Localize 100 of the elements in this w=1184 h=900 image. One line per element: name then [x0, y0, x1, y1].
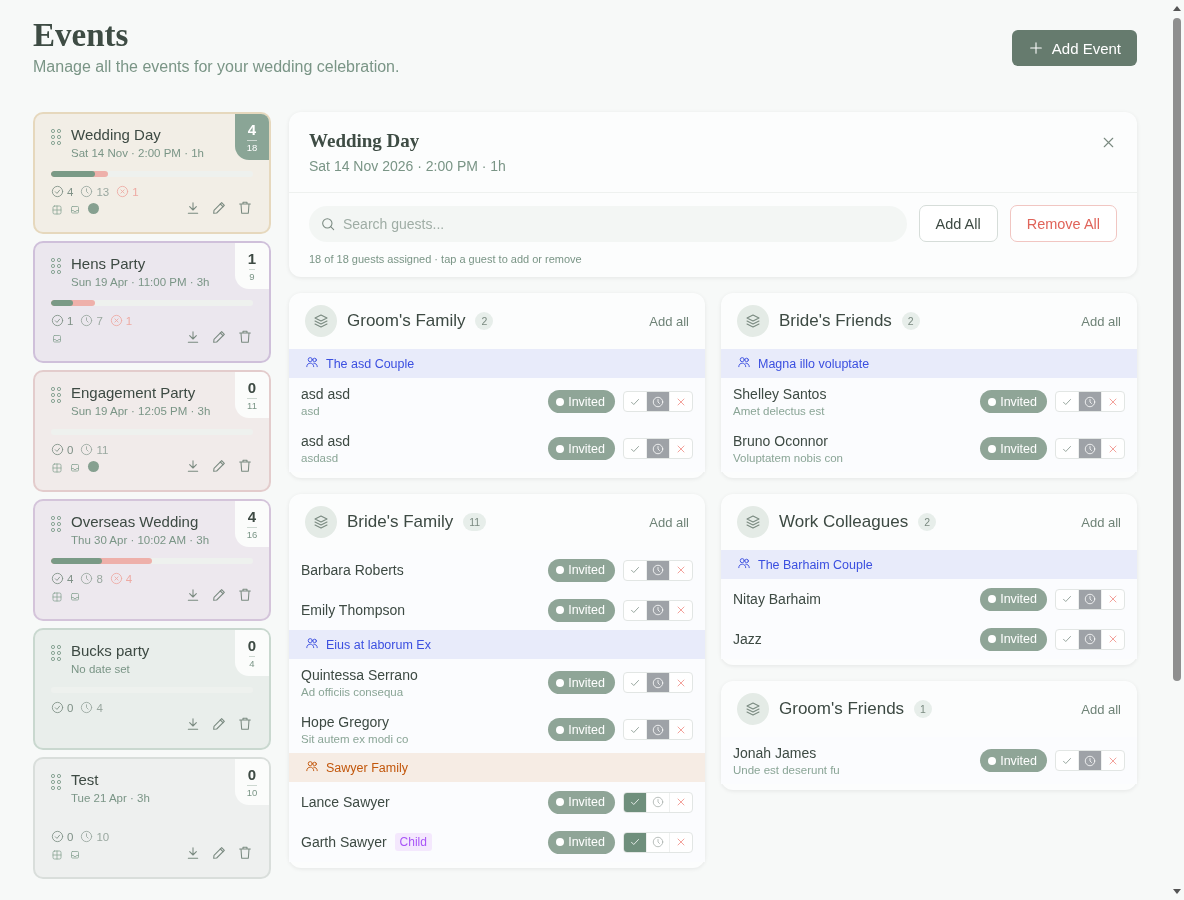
- edit-icon: [211, 200, 227, 216]
- event-name: Engagement Party: [71, 384, 197, 401]
- guest-name: Garth Sawyer: [301, 834, 387, 850]
- response-selector[interactable]: [623, 391, 693, 412]
- response-selector[interactable]: [623, 831, 693, 853]
- remove-all-button[interactable]: Remove All: [1009, 205, 1117, 242]
- accept-button[interactable]: [624, 832, 647, 852]
- people-icon: [305, 636, 319, 650]
- accepted-count: 0: [247, 637, 257, 654]
- clock-icon: [652, 836, 664, 848]
- response-selector[interactable]: [1055, 588, 1125, 610]
- accepted-icon: [51, 443, 64, 456]
- response-selector[interactable]: [1055, 628, 1125, 650]
- event-card[interactable]: Wedding Day Sat 14 Nov · 2:00 PM · 1h 4 18 4 13 1: [33, 112, 271, 234]
- pending-button[interactable]: [647, 439, 670, 458]
- scrollbar[interactable]: [1172, 6, 1182, 894]
- add-all-link[interactable]: Add all: [1081, 313, 1121, 329]
- household-name: The asd Couple: [326, 356, 415, 371]
- status-pill: Invited: [980, 587, 1047, 611]
- pending-button[interactable]: [647, 600, 670, 620]
- check-icon: [1061, 593, 1073, 605]
- accept-button[interactable]: [624, 792, 647, 812]
- pending-button[interactable]: [647, 720, 670, 739]
- pending-button[interactable]: [1079, 629, 1102, 649]
- guest-name: Lance Sawyer: [301, 794, 390, 810]
- response-selector[interactable]: [623, 438, 693, 459]
- total-count: 18: [246, 140, 258, 153]
- layers-icon: [313, 514, 329, 530]
- add-all-link[interactable]: Add all: [1081, 514, 1121, 530]
- response-selector[interactable]: [623, 719, 693, 740]
- total-count: 10: [246, 785, 258, 798]
- add-all-link[interactable]: Add all: [649, 514, 689, 530]
- guest-name: asd asd: [301, 386, 351, 402]
- declined-icon: [116, 185, 130, 198]
- clock-icon: [1084, 633, 1096, 645]
- total-count: 16: [246, 527, 258, 540]
- event-date: Sun 19 Apr · 11:00 PM · 3h: [71, 276, 210, 288]
- group-title: Bride's Friends: [779, 311, 892, 331]
- download-icon: [185, 716, 201, 732]
- add-all-link[interactable]: Add all: [649, 313, 689, 329]
- add-all-button[interactable]: Add All: [918, 205, 998, 242]
- status-pill: Invited: [980, 390, 1047, 413]
- group-count: 2: [918, 513, 936, 531]
- drag-handle-icon[interactable]: [51, 645, 61, 661]
- drag-handle-icon[interactable]: [51, 387, 61, 403]
- response-selector[interactable]: [623, 559, 693, 581]
- check-icon: [629, 564, 641, 576]
- pending-button[interactable]: [647, 560, 670, 580]
- response-selector[interactable]: [1055, 438, 1125, 459]
- status-pill: Invited: [548, 830, 615, 854]
- drag-handle-icon[interactable]: [51, 129, 61, 145]
- pending-button[interactable]: [647, 673, 670, 692]
- delete-icon: [237, 716, 253, 732]
- guest-name: Bruno Oconnor: [733, 433, 828, 449]
- pending-button[interactable]: [1079, 439, 1102, 458]
- add-all-link[interactable]: Add all: [1081, 701, 1121, 717]
- total-count: 9: [249, 269, 255, 282]
- response-selector[interactable]: [623, 672, 693, 693]
- group-title: Bride's Family: [347, 512, 454, 532]
- edit-icon: [211, 716, 227, 732]
- stat-count: 11: [96, 443, 109, 456]
- search-field[interactable]: Search guests...: [309, 205, 907, 242]
- drag-handle-icon[interactable]: [51, 258, 61, 274]
- response-selector[interactable]: [623, 599, 693, 621]
- grid-icon: [51, 591, 63, 603]
- seat-icon: [69, 204, 81, 216]
- event-card[interactable]: Overseas Wedding Thu 30 Apr · 10:02 AM · 3h 4 16 4 8 4: [33, 499, 271, 621]
- response-selector[interactable]: [1055, 750, 1125, 771]
- household-name: Magna illo voluptate: [758, 356, 870, 371]
- stat-count: 4: [67, 572, 74, 585]
- delete-icon: [237, 458, 253, 474]
- guest-note: asdasd: [301, 452, 340, 464]
- pending-icon: [80, 314, 94, 327]
- pending-button[interactable]: [647, 392, 670, 411]
- clock-icon: [652, 442, 664, 455]
- pending-icon: [80, 443, 94, 456]
- group-title: Work Colleagues: [779, 512, 909, 532]
- pending-button[interactable]: [1079, 751, 1102, 770]
- response-selector[interactable]: [1055, 391, 1125, 412]
- event-name: Test: [71, 771, 100, 788]
- pending-button[interactable]: [1079, 392, 1102, 411]
- grid-icon: [51, 462, 63, 474]
- stat-count: 1: [125, 314, 133, 327]
- total-count: 11: [247, 398, 257, 411]
- event-card[interactable]: Hens Party Sun 19 Apr · 11:00 PM · 3h 1 9 1 7 1: [33, 241, 271, 363]
- guest-name: Emily Thompson: [301, 602, 405, 618]
- drag-handle-icon[interactable]: [51, 516, 61, 532]
- add-event-button[interactable]: Add Event: [1011, 30, 1137, 66]
- event-name: Bucks party: [71, 642, 150, 659]
- status-pill: Invited: [980, 627, 1047, 651]
- drag-handle-icon[interactable]: [51, 774, 61, 790]
- stat-count: 0: [67, 443, 74, 456]
- total-count: 4: [249, 656, 255, 669]
- pending-button[interactable]: [1079, 589, 1102, 609]
- event-card[interactable]: Test Tue 21 Apr · 3h 0 10 0 10: [33, 757, 271, 879]
- response-selector[interactable]: [623, 791, 693, 813]
- clock-icon: [1084, 395, 1096, 408]
- guest-note: Voluptatem nobis con: [733, 452, 844, 464]
- assignment-caption: 18 of 18 guests assigned · tap a guest to add or remove: [309, 253, 583, 265]
- household-name: The Barhaim Couple: [758, 557, 873, 572]
